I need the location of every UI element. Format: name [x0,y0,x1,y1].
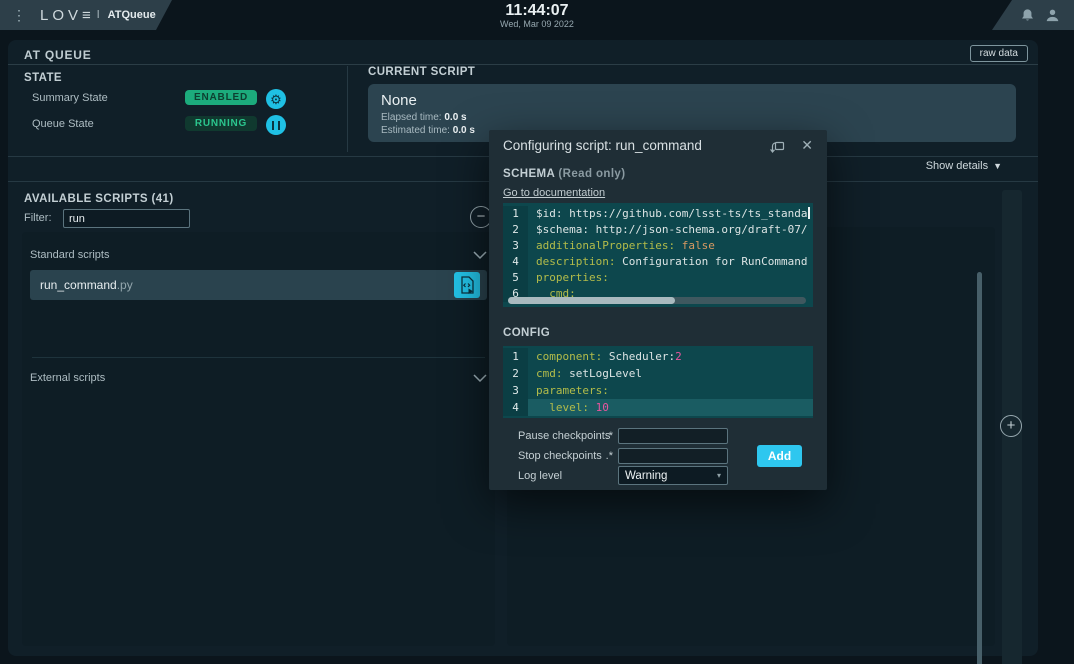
state-script-divider [347,66,348,152]
documentation-link[interactable]: Go to documentation [503,187,605,199]
scripts-list-panel: Standard scripts run_command.py External [22,232,495,646]
app-tab-label: ATQueue [108,9,156,21]
chevron-down-icon [473,251,487,260]
code-line[interactable]: 1$id: https://github.com/lsst-ts/ts_stan… [503,206,813,222]
queue-pause-button[interactable] [266,115,286,135]
top-bar: ⋮ LOV≡ ǀ ATQueue 11:44:07 Wed, Mar 09 20… [0,0,1074,30]
script-name: run_command [40,278,117,292]
script-extension: .py [117,278,133,292]
schema-editor[interactable]: 1$id: https://github.com/lsst-ts/ts_stan… [503,203,813,307]
external-scripts-label: External scripts [30,372,105,384]
code-line[interactable]: 3additionalProperties: false [503,238,813,254]
filter-label: Filter: [24,212,52,224]
filter-input[interactable] [63,209,190,228]
show-details-toggle[interactable]: Show details ▼ [926,160,1002,172]
dialog-title: Configuring script: run_command [503,138,702,153]
expand-panel-button[interactable]: + [1000,415,1022,437]
show-details-caret-icon: ▼ [993,161,1002,171]
close-dialog-button[interactable]: ✕ [801,137,813,154]
elapsed-time-label: Elapsed time: [381,112,442,123]
code-line[interactable]: 2$schema: http://json-schema.org/draft-0… [503,222,813,238]
detach-dialog-button[interactable] [768,139,785,154]
clock-date: Wed, Mar 09 2022 [437,19,637,29]
stop-checkpoints-label: Stop checkpoints [518,450,602,462]
summary-state-config-button[interactable]: ⚙ [266,89,286,109]
select-caret-icon: ▾ [717,471,721,480]
code-line[interactable]: 5properties: [503,270,813,286]
available-scripts-heading: AVAILABLE SCRIPTS (41) [24,193,174,205]
code-line[interactable]: 1component: Scheduler:2 [503,348,813,365]
queue-scrollbar[interactable] [977,272,982,664]
raw-data-button[interactable]: raw data [970,45,1028,62]
user-icon[interactable] [1045,8,1060,23]
show-details-label: Show details [926,160,988,172]
close-icon: ✕ [801,137,813,153]
stop-checkpoints-input[interactable] [618,448,728,464]
gear-icon: ⚙ [270,93,282,106]
detach-icon [768,139,785,154]
estimated-time-value: 0.0 s [453,125,475,136]
queue-state-label: Queue State [32,118,94,130]
code-line[interactable]: 2cmd: setLogLevel [503,365,813,382]
clock: 11:44:07 Wed, Mar 09 2022 [437,2,637,29]
add-button[interactable]: Add [757,445,802,467]
code-line[interactable]: 4description: Configuration for RunComma… [503,254,813,270]
queue-state-badge: RUNNING [185,116,257,131]
elapsed-time-value: 0.0 s [444,112,466,123]
panel-header-divider [8,64,1038,65]
hscrollbar-thumb[interactable] [508,297,675,304]
script-row-run-command[interactable]: run_command.py [30,270,487,300]
group-divider [32,357,485,358]
elapsed-time-row: Elapsed time: 0.0 s [381,112,467,123]
editor-hscrollbar[interactable] [508,297,806,304]
script-launch-icon [460,276,475,294]
pause-checkpoints-input[interactable] [618,428,728,444]
topbar-actions [992,0,1074,30]
code-line[interactable]: 3parameters: [503,382,813,399]
schema-heading: SCHEMA (Read only) [503,168,625,180]
external-scripts-header[interactable]: External scripts [30,365,487,391]
config-editor[interactable]: 1component: Scheduler:22cmd: setLogLevel… [503,346,813,418]
summary-state-label: Summary State [32,92,108,104]
stop-regex-hint: .* [595,450,613,462]
launch-script-button[interactable] [454,272,480,298]
menu-dots-icon[interactable]: ⋮ [12,8,26,22]
standard-scripts-header[interactable]: Standard scripts [30,242,487,268]
pause-regex-hint: .* [595,430,613,442]
log-level-select[interactable]: Warning ▾ [618,466,728,485]
clock-time: 11:44:07 [437,2,637,19]
current-script-heading: CURRENT SCRIPT [368,66,475,78]
love-app: ⋮ LOV≡ ǀ ATQueue 11:44:07 Wed, Mar 09 20… [0,0,1074,664]
notifications-bell-icon[interactable] [1020,8,1035,23]
estimated-time-row: Estimated time: 0.0 s [381,125,475,136]
state-heading: STATE [24,72,62,84]
chevron-down-icon [473,374,487,383]
standard-scripts-label: Standard scripts [30,249,109,261]
code-line[interactable]: 4 level: 10 [503,399,813,416]
log-level-value: Warning [625,470,667,482]
estimated-time-label: Estimated time: [381,125,450,136]
log-level-label: Log level [518,470,562,482]
plus-circle-icon: + [1007,417,1016,434]
pause-icon [272,121,280,130]
config-heading: CONFIG [503,327,550,339]
panel-title: AT QUEUE [24,48,92,62]
configure-script-dialog: Configuring script: run_command ✕ SCHEMA… [489,130,827,490]
schema-readonly-text: (Read only) [558,168,625,180]
schema-heading-text: SCHEMA [503,168,555,180]
summary-state-badge: ENABLED [185,90,257,105]
app-tab: ⋮ LOV≡ ǀ ATQueue [0,0,172,30]
love-logo-mark: ǀ [97,9,100,21]
minus-circle-icon: − [477,208,486,225]
current-script-name: None [381,92,417,109]
love-logo: LOV≡ [40,7,95,24]
